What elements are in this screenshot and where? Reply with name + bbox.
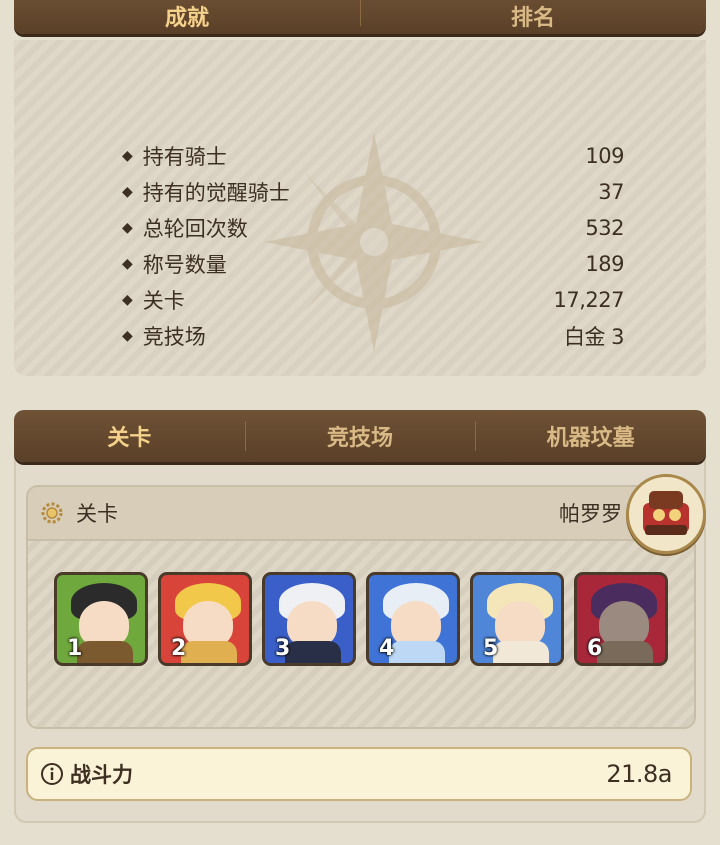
achievement-stats-panel: ◆ 持有骑士 109 ◆ 持有的觉醒骑士 37 ◆ 总轮回次数 532 ◆ 称号数量 1… [14, 40, 706, 376]
stat-label: 称号数量 [142, 253, 227, 277]
stage-header: 关卡 帕罗罗 [28, 487, 694, 541]
stat-value: 532 [585, 216, 624, 240]
team-slot-2[interactable]: 2 [158, 572, 252, 666]
stat-value: 白金 3 [563, 325, 625, 349]
bullet-icon: ◆ [122, 256, 133, 272]
combat-power-value: 21.8a [606, 760, 672, 788]
tab-machine-tomb[interactable]: 机器坟墓 [475, 420, 706, 452]
hero-outfit [493, 641, 549, 663]
stat-row-stage: ◆ 关卡 17,227 [122, 282, 625, 318]
tab-ranking[interactable]: 排名 [360, 0, 706, 32]
slot-number: 4 [379, 636, 395, 661]
tab-achievements[interactable]: 成就 [14, 0, 360, 32]
stat-label: 持有骑士 [142, 145, 227, 169]
stage-title: 关卡 [76, 502, 118, 526]
stat-label: 竞技场 [142, 325, 206, 349]
leader-name: 帕罗罗 [559, 502, 622, 526]
bullet-icon: ◆ [122, 220, 133, 236]
hero-outfit [77, 641, 133, 663]
team-slots: 1 2 3 4 5 6 [54, 572, 668, 666]
team-slot-5[interactable]: 5 [470, 572, 564, 666]
slot-number: 6 [587, 636, 603, 661]
team-slot-1[interactable]: 1 [54, 572, 148, 666]
slot-number: 3 [275, 636, 291, 661]
stat-value: 37 [598, 180, 624, 204]
team-slot-4[interactable]: 4 [366, 572, 460, 666]
info-icon[interactable] [40, 762, 64, 786]
slot-number: 1 [67, 636, 83, 661]
stat-label: 关卡 [142, 289, 185, 313]
team-slot-6[interactable]: 6 [574, 572, 668, 666]
top-tab-bar: 成就 排名 [14, 0, 706, 34]
hero-outfit [181, 641, 237, 663]
tab-stage[interactable]: 关卡 [14, 420, 245, 452]
bullet-icon: ◆ [122, 328, 133, 344]
combat-power-label: 战斗力 [70, 763, 133, 787]
bullet-icon: ◆ [122, 148, 133, 164]
stat-row-rebirths: ◆ 总轮回次数 532 [122, 210, 624, 246]
leader-portrait-icon [643, 491, 689, 535]
combat-power-bar: 战斗力 21.8a [26, 747, 692, 801]
mode-tab-bar: 关卡 竞技场 机器坟墓 [14, 410, 706, 462]
stat-row-arena: ◆ 竞技场 白金 3 [122, 318, 625, 354]
stat-list: ◆ 持有骑士 109 ◆ 持有的觉醒骑士 37 ◆ 总轮回次数 532 ◆ 称号数量 1… [122, 138, 625, 354]
tab-arena[interactable]: 竞技场 [245, 420, 476, 452]
bullet-icon: ◆ [122, 184, 133, 200]
stat-value: 189 [585, 252, 624, 276]
stat-row-knights: ◆ 持有骑士 109 [122, 138, 624, 174]
slot-number: 2 [171, 636, 187, 661]
team-slot-3[interactable]: 3 [262, 572, 356, 666]
gear-icon [41, 502, 63, 524]
bullet-icon: ◆ [122, 292, 133, 308]
stat-row-awakened-knights: ◆ 持有的觉醒骑士 37 [122, 174, 624, 210]
stat-label: 总轮回次数 [142, 217, 248, 241]
leader-avatar[interactable] [626, 474, 706, 554]
stat-value: 109 [585, 144, 624, 168]
hero-outfit [285, 641, 341, 663]
hero-outfit [597, 641, 653, 663]
slot-number: 5 [483, 636, 499, 661]
hero-outfit [389, 641, 445, 663]
stat-row-titles: ◆ 称号数量 189 [122, 246, 624, 282]
stat-value: 17,227 [553, 288, 625, 312]
stat-label: 持有的觉醒骑士 [142, 181, 290, 205]
